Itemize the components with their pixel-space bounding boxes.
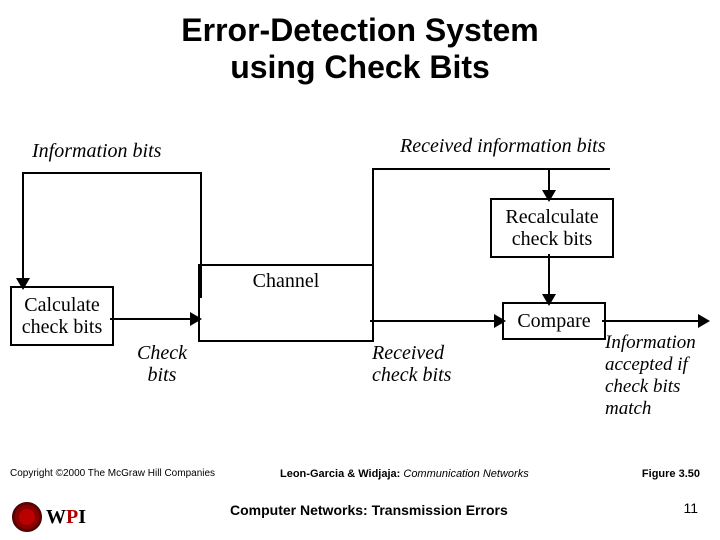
box-channel: Channel [198, 264, 374, 342]
title-line-2: using Check Bits [230, 49, 490, 85]
line-recv-info-left-up [372, 168, 374, 298]
footer-citation: Leon-Garcia & Widjaja: Communication Net… [280, 468, 529, 480]
arrowhead-into-recalc [542, 190, 556, 202]
arrowhead-into-channel-left [190, 312, 202, 326]
wpi-wordmark: WPI [46, 506, 86, 529]
box-calculate-check-bits: Calculate check bits [10, 286, 114, 346]
label-received-check-bits: Received check bits [372, 342, 482, 386]
label-received-information-bits: Received information bits [400, 135, 606, 158]
slide-title: Error-Detection System using Check Bits [0, 0, 720, 86]
arrowhead-compare-out [698, 314, 710, 328]
line-info-top [22, 172, 202, 174]
arrowhead-into-compare-top [542, 294, 556, 306]
line-checkbits-to-channel [110, 318, 198, 320]
box-recalculate-check-bits: Recalculate check bits [490, 198, 614, 258]
label-check-bits: Check bits [122, 342, 202, 386]
title-line-1: Error-Detection System [181, 12, 538, 48]
line-recv-info-right [548, 168, 610, 170]
page-number: 11 [683, 500, 698, 516]
line-info-left-down [22, 172, 24, 286]
wpi-logo: WPI [12, 502, 86, 532]
line-compare-out [602, 320, 702, 322]
footer-copyright: Copyright ©2000 The McGraw Hill Companie… [10, 468, 215, 479]
line-recv-checkbits [370, 320, 502, 322]
label-information-accepted: Information accepted if check bits match [605, 332, 715, 419]
footer-figure: Figure 3.50 [642, 468, 700, 480]
box-compare: Compare [502, 302, 606, 340]
footer-network-line: Computer Networks: Transmission Errors [230, 502, 508, 518]
arrowhead-into-compare-left [494, 314, 506, 328]
label-information-bits: Information bits [32, 140, 161, 163]
wpi-seal-icon [12, 502, 42, 532]
arrowhead-into-calc [16, 278, 30, 290]
line-info-right-down [200, 172, 202, 298]
